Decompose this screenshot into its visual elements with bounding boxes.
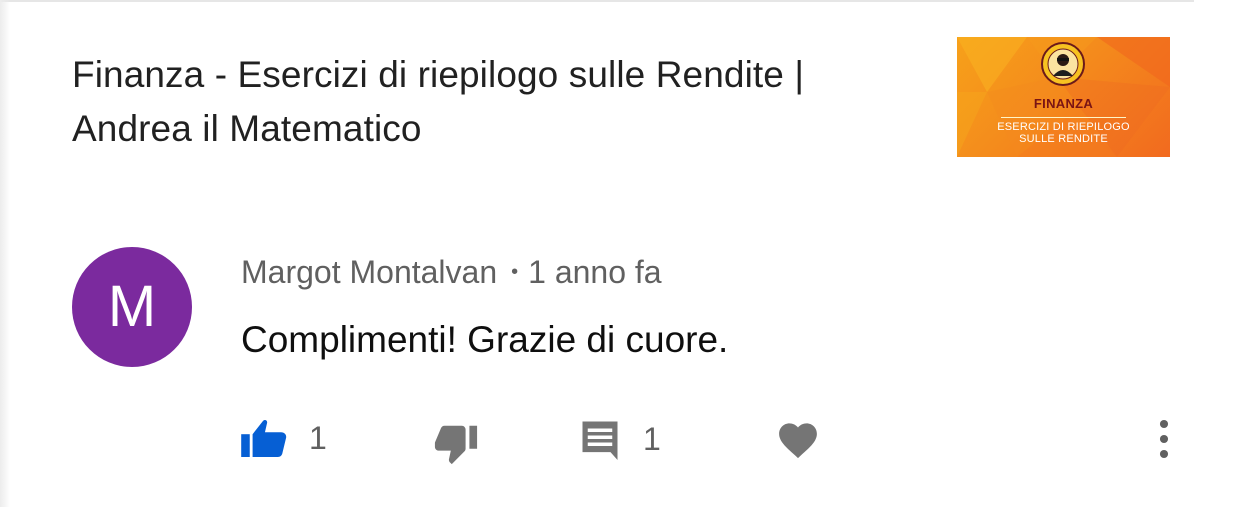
avatar[interactable]: M — [72, 247, 192, 367]
comment-text: Complimenti! Grazie di cuore. — [241, 319, 729, 360]
thumbnail-subtitle-line2: SULLE RENDITE — [1019, 133, 1108, 145]
like-count: 1 — [309, 420, 327, 456]
reply-button[interactable]: 1 — [579, 418, 661, 460]
heart-icon — [779, 423, 817, 459]
reply-count: 1 — [643, 421, 661, 457]
thumbnail-title: FINANZA — [1033, 96, 1094, 111]
comment-icon — [582, 421, 618, 460]
thumbnail-divider — [1001, 117, 1126, 118]
creator-heart-button[interactable] — [776, 418, 820, 460]
comment-card: Finanza - Esercizi di riepilogo sulle Re… — [0, 0, 1242, 507]
video-title[interactable]: Finanza - Esercizi di riepilogo sulle Re… — [72, 48, 922, 156]
video-thumbnail[interactable]: FINANZA ESERCIZI DI RIEPILOGO SULLE REND… — [957, 37, 1170, 157]
comment-meta: Margot Montalvan • 1 anno fa — [241, 252, 662, 295]
like-button[interactable]: 1 — [241, 418, 327, 458]
comment-time: 1 anno fa — [528, 254, 662, 290]
top-divider — [0, 0, 1194, 2]
comment-author[interactable]: Margot Montalvan — [241, 254, 497, 290]
thumbs-down-icon — [434, 425, 478, 465]
channel-logo-icon — [1041, 42, 1085, 86]
thumbnail-subtitle: ESERCIZI DI RIEPILOGO SULLE RENDITE — [957, 121, 1170, 145]
left-edge-shadow — [0, 0, 10, 507]
meta-separator: • — [511, 260, 519, 283]
thumbnail-subtitle-line1: ESERCIZI DI RIEPILOGO — [997, 121, 1130, 133]
more-options-button[interactable] — [1152, 418, 1176, 460]
dislike-button[interactable] — [433, 420, 479, 466]
more-vertical-icon — [1159, 419, 1169, 459]
thumbs-up-icon — [241, 420, 287, 457]
